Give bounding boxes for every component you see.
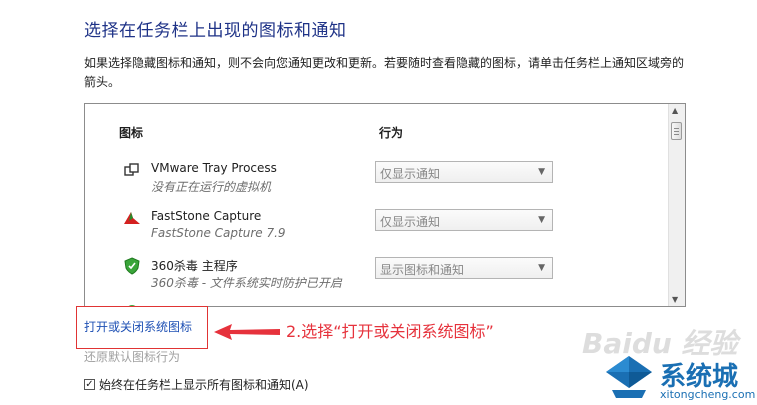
scrollbar-thumb[interactable] bbox=[671, 122, 682, 140]
list-item: VMware Tray Process 没有正在运行的虚拟机 仅显示通知 ▼ bbox=[85, 159, 665, 207]
behavior-select[interactable]: 仅显示通知 ▼ bbox=[375, 209, 553, 231]
item-subtitle: FastStone Capture 7.9 bbox=[151, 226, 286, 240]
checkbox-label: 始终在任务栏上显示所有图标和通知(A) bbox=[99, 378, 309, 392]
brand-watermark: 系统城 xitongcheng.com bbox=[596, 348, 757, 405]
list-item: FastStone Capture FastStone Capture 7.9 … bbox=[85, 207, 665, 255]
show-all-icons-checkbox[interactable]: ✓ bbox=[84, 379, 95, 390]
windows-logo-icon bbox=[606, 356, 652, 398]
brand-url: xitongcheng.com bbox=[660, 388, 756, 401]
chevron-down-icon: ▼ bbox=[538, 215, 545, 225]
behavior-select[interactable]: 显示图标和通知 ▼ bbox=[375, 257, 553, 279]
shield-icon bbox=[123, 257, 141, 275]
arrow-left-icon bbox=[214, 324, 280, 340]
notification-icons-list[interactable]: 图标 行为 VMware Tray Process 没有正在运行的虚拟机 仅显示… bbox=[84, 103, 686, 307]
item-name: 360杀毒 主程序 bbox=[151, 259, 238, 273]
vmware-icon bbox=[123, 161, 141, 179]
scroll-up-icon[interactable]: ▲ bbox=[672, 106, 678, 115]
faststone-icon bbox=[123, 209, 141, 227]
scroll-down-icon[interactable]: ▼ bbox=[672, 295, 678, 304]
column-header-behavior: 行为 bbox=[379, 126, 404, 140]
chevron-down-icon: ▼ bbox=[538, 263, 545, 273]
system-icons-link[interactable]: 打开或关闭系统图标 bbox=[84, 318, 192, 335]
chevron-down-icon: ▼ bbox=[538, 167, 545, 177]
column-header-icon: 图标 bbox=[119, 126, 144, 140]
page-title: 选择在任务栏上出现的图标和通知 bbox=[84, 21, 347, 41]
show-all-icons-option[interactable]: ✓ 始终在任务栏上显示所有图标和通知(A) bbox=[84, 376, 309, 393]
vertical-scrollbar[interactable]: ▲ ▼ bbox=[668, 104, 685, 306]
restore-default-link[interactable]: 还原默认图标行为 bbox=[84, 348, 180, 365]
list-item: 360杀毒 主程序 360杀毒 - 文件系统实时防护已开启 显示图标和通知 ▼ bbox=[85, 255, 665, 303]
item-subtitle: 没有正在运行的虚拟机 bbox=[151, 180, 272, 194]
item-name: FastStone Capture bbox=[151, 209, 262, 223]
item-subtitle: 360杀毒 - 文件系统实时防护已开启 bbox=[151, 276, 342, 290]
behavior-select[interactable]: 仅显示通知 ▼ bbox=[375, 161, 553, 183]
behavior-select-value: 仅显示通知 bbox=[380, 215, 441, 229]
item-name: VMware Tray Process bbox=[151, 161, 277, 175]
behavior-select-value: 显示图标和通知 bbox=[380, 263, 465, 277]
behavior-select-value: 仅显示通知 bbox=[380, 167, 441, 181]
annotation-text: 2.选择“打开或关闭系统图标” bbox=[286, 322, 494, 341]
page-description: 如果选择隐藏图标和通知，则不会向您通知更改和更新。若要随时查看隐藏的图标，请单击… bbox=[84, 56, 685, 89]
